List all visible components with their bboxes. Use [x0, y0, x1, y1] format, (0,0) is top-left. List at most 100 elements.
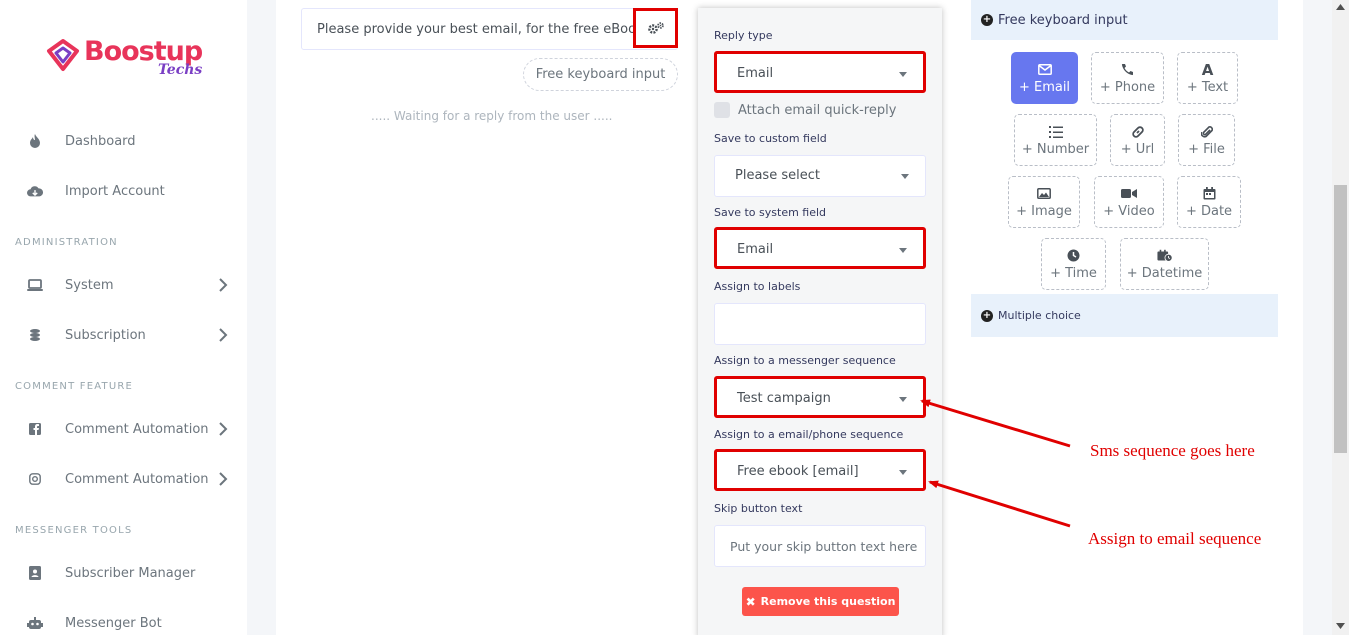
- messenger-sequence-label: Assign to a messenger sequence: [714, 354, 896, 367]
- email-sequence-value: Free ebook [email]: [737, 464, 859, 479]
- skip-button-placeholder: Put your skip button text here: [730, 539, 918, 554]
- tile-phone[interactable]: + Phone: [1091, 52, 1164, 104]
- tile-label: + Text: [1186, 79, 1229, 95]
- custom-field-label: Save to custom field: [714, 132, 827, 145]
- tile-email[interactable]: + Email: [1011, 52, 1078, 104]
- page-scrollbar[interactable]: [1332, 0, 1349, 635]
- attach-label: Attach email quick-reply: [738, 102, 897, 118]
- scroll-down-icon[interactable]: [1336, 623, 1345, 629]
- skip-button-input[interactable]: Put your skip button text here: [714, 525, 926, 567]
- remove-question-button[interactable]: ✖ Remove this question: [742, 587, 899, 616]
- brand-logo[interactable]: Boostup Techs: [46, 36, 206, 82]
- envelope-icon: [1037, 62, 1053, 78]
- cogs-icon: [647, 22, 664, 34]
- laptop-icon: [27, 277, 43, 293]
- sidebar-item-messenger-bot[interactable]: Messenger Bot: [0, 608, 247, 635]
- sidebar-item-subscriber-manager[interactable]: Subscriber Manager: [0, 558, 247, 588]
- coins-icon: [27, 327, 43, 343]
- chevron-right-icon: [219, 422, 228, 436]
- tile-label: + Time: [1050, 265, 1097, 281]
- custom-field-select[interactable]: Please select: [714, 155, 926, 197]
- sidebar-item-dashboard[interactable]: Dashboard: [0, 126, 247, 156]
- caret-down-icon: [899, 397, 907, 402]
- chevron-right-icon: [219, 472, 228, 486]
- font-icon: A: [1201, 60, 1214, 79]
- caret-down-icon: [899, 72, 907, 77]
- attach-checkbox[interactable]: [714, 102, 730, 118]
- sidebar-item-label: Comment Automation: [65, 421, 209, 437]
- reply-type-label: Reply type: [714, 29, 773, 42]
- nav-heading-comment-feature: COMMENT FEATURE: [15, 381, 134, 392]
- scroll-thumb[interactable]: [1334, 185, 1347, 453]
- tile-label: + Email: [1018, 79, 1071, 95]
- email-sequence-select[interactable]: Free ebook [email]: [714, 449, 926, 491]
- nav-heading-administration: ADMINISTRATION: [15, 237, 118, 248]
- clock-icon: [1066, 248, 1082, 264]
- sidebar-item-label: Subscriber Manager: [65, 565, 196, 581]
- tile-number[interactable]: + Number: [1014, 114, 1097, 166]
- calendar-icon: [1201, 186, 1217, 202]
- robot-icon: [27, 615, 43, 631]
- sidebar-item-label: Import Account: [65, 183, 165, 199]
- chevron-right-icon: [219, 328, 228, 342]
- sidebar-item-import-account[interactable]: Import Account: [0, 176, 247, 206]
- question-settings-panel: Reply type Email Attach email quick-repl…: [698, 8, 942, 635]
- caret-down-icon: [899, 248, 907, 253]
- caret-down-icon: [901, 174, 909, 179]
- tile-label: + Datetime: [1126, 265, 1203, 281]
- cloud-download-icon: [27, 183, 43, 199]
- tile-datetime[interactable]: + Datetime: [1120, 238, 1209, 290]
- tile-label: + File: [1188, 141, 1225, 157]
- tile-file[interactable]: + File: [1178, 114, 1235, 166]
- free-keyboard-input-section[interactable]: + Free keyboard input: [971, 0, 1278, 40]
- scroll-up-icon[interactable]: [1336, 4, 1345, 10]
- brand-sub: Techs: [158, 62, 203, 78]
- waiting-reply-text: ..... Waiting for a reply from the user …: [371, 109, 613, 123]
- messenger-sequence-value: Test campaign: [737, 391, 831, 406]
- system-field-label: Save to system field: [714, 206, 827, 219]
- attach-email-quick-reply[interactable]: Attach email quick-reply: [714, 102, 896, 118]
- sidebar-item-comment-automation-instagram[interactable]: Comment Automation: [0, 464, 247, 494]
- chevron-right-icon: [219, 278, 228, 292]
- labels-input[interactable]: [714, 303, 926, 345]
- tile-url[interactable]: + Url: [1110, 114, 1165, 166]
- messenger-sequence-select[interactable]: Test campaign: [714, 376, 926, 418]
- instagram-icon: [27, 471, 43, 487]
- sidebar-item-label: Comment Automation: [65, 471, 209, 487]
- reply-type-value: Email: [737, 66, 774, 81]
- labels-label: Assign to labels: [714, 280, 801, 293]
- tile-date[interactable]: + Date: [1177, 176, 1241, 228]
- image-icon: [1036, 186, 1052, 202]
- reply-type-select[interactable]: Email: [714, 51, 926, 93]
- link-icon: [1130, 124, 1146, 140]
- tile-video[interactable]: + Video: [1094, 176, 1164, 228]
- multiple-choice-section[interactable]: + Multiple choice: [971, 294, 1278, 337]
- list-ol-icon: [1048, 124, 1064, 140]
- email-sequence-label: Assign to a email/phone sequence: [714, 428, 904, 441]
- sidebar-item-label: Subscription: [65, 327, 146, 343]
- sidebar-item-comment-automation-facebook[interactable]: Comment Automation: [0, 414, 247, 444]
- video-icon: [1121, 186, 1137, 202]
- sidebar-item-label: Messenger Bot: [65, 615, 162, 631]
- section-title: Free keyboard input: [998, 12, 1128, 28]
- sidebar-item-label: System: [65, 277, 114, 293]
- tile-time[interactable]: + Time: [1041, 238, 1106, 290]
- sidebar: Boostup Techs Dashboard Import Account A…: [0, 0, 247, 635]
- sidebar-item-subscription[interactable]: Subscription: [0, 320, 247, 350]
- close-icon: ✖: [745, 594, 756, 609]
- question-text-input[interactable]: Please provide your best email, for the …: [301, 8, 678, 50]
- plus-circle-icon: +: [981, 14, 993, 26]
- paperclip-icon: [1199, 124, 1215, 140]
- skip-button-label: Skip button text: [714, 502, 803, 515]
- tile-label: + Phone: [1099, 79, 1156, 95]
- phone-icon: [1120, 62, 1136, 78]
- system-field-select[interactable]: Email: [714, 227, 926, 269]
- question-text-value: Please provide your best email, for the …: [317, 22, 644, 37]
- tile-image[interactable]: + Image: [1008, 176, 1080, 228]
- tile-label: + Date: [1185, 203, 1233, 219]
- tile-text[interactable]: A + Text: [1177, 52, 1238, 104]
- settings-button[interactable]: [633, 8, 678, 48]
- sidebar-item-system[interactable]: System: [0, 270, 247, 300]
- tile-label: + Video: [1103, 203, 1155, 219]
- free-keyboard-input-pill[interactable]: Free keyboard input: [523, 58, 678, 91]
